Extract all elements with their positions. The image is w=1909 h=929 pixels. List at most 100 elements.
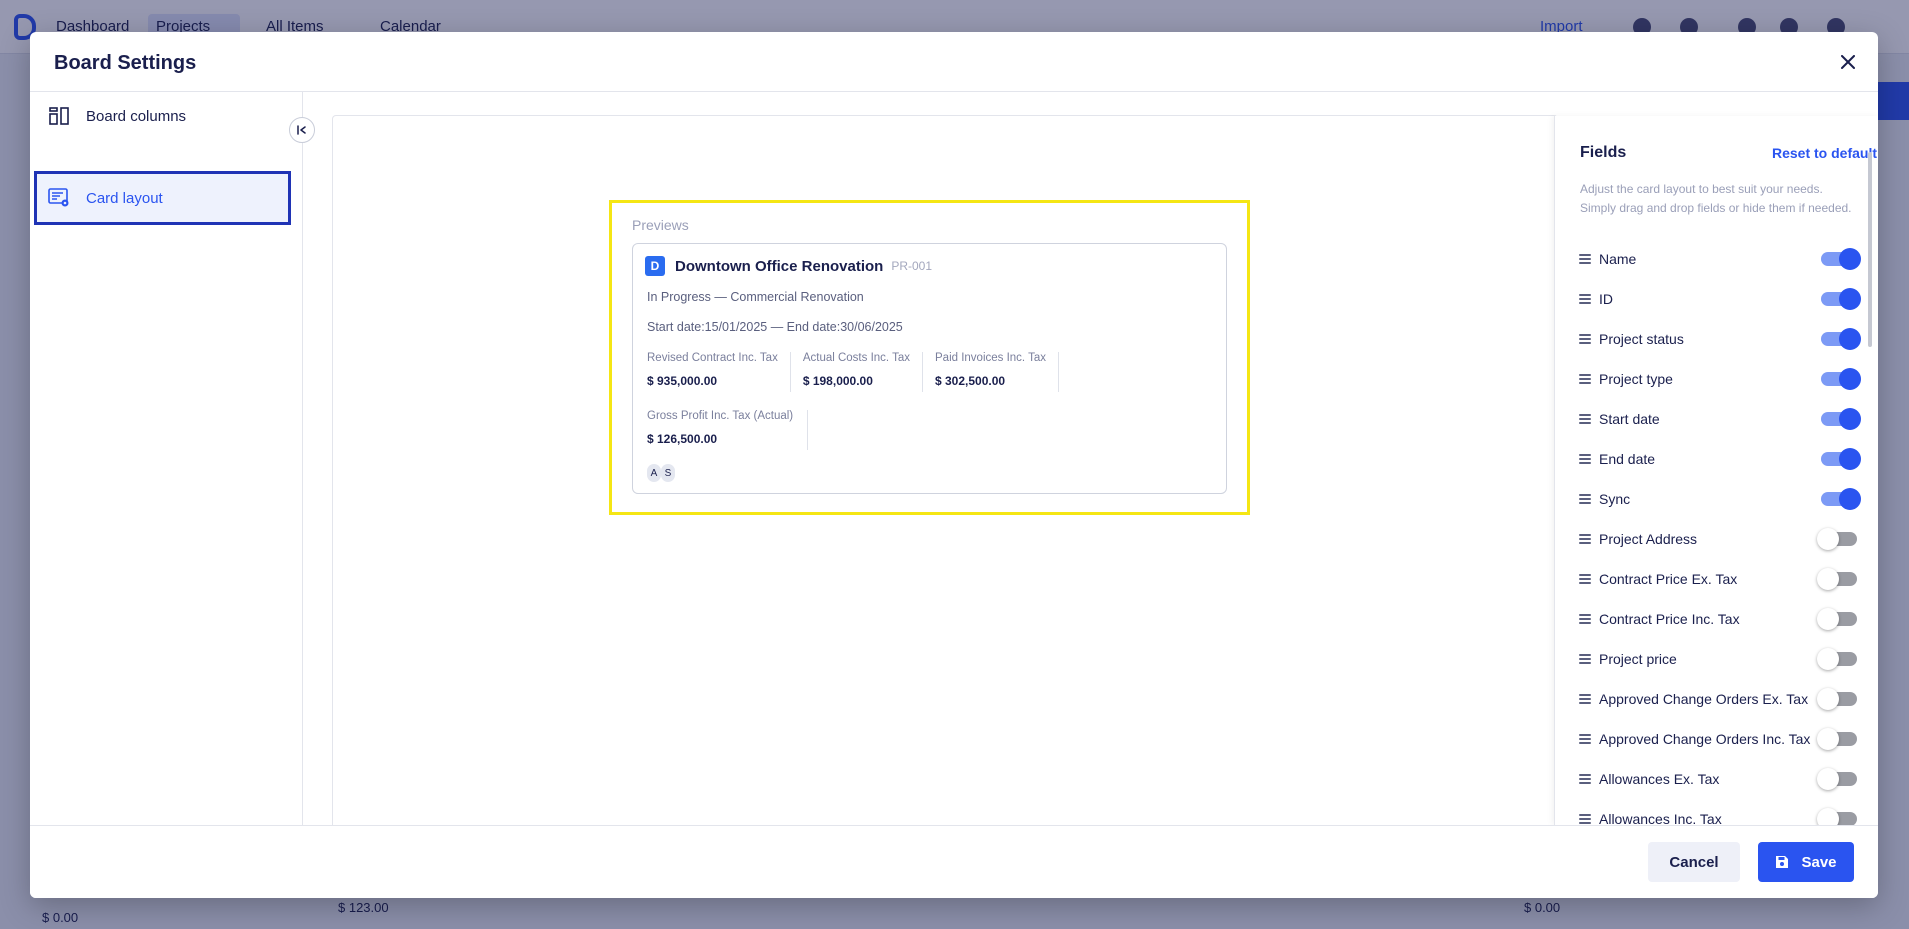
field-label: End date [1599,451,1656,467]
fields-scrollbar[interactable] [1868,152,1872,347]
avatar: A [647,464,661,482]
field-label: Contract Price Inc. Tax [1599,611,1740,627]
drag-handle-icon[interactable] [1579,574,1591,584]
fields-title: Fields [1580,144,1627,161]
card-badge: D [645,256,665,276]
card-layout-icon [48,187,70,209]
field-row[interactable]: Project Address [1579,524,1869,554]
field-label: Project status [1599,331,1684,347]
field-label: Allowances Inc. Tax [1599,811,1722,825]
drag-handle-icon[interactable] [1579,254,1591,264]
field-label: Name [1599,251,1637,267]
field-row[interactable]: Allowances Inc. Tax [1579,804,1869,825]
drag-handle-icon[interactable] [1579,534,1591,544]
field-visibility-toggle[interactable] [1821,488,1861,510]
board-columns-icon [48,105,70,127]
card-project-id: PR-001 [891,259,933,273]
metric-value: $ 935,000.00 [647,374,718,388]
field-label: ID [1599,291,1613,307]
card-header: D Downtown Office Renovation PR-001 [645,256,1214,276]
card-preview-section: Previews D Downtown Office Renovation PR… [609,200,1250,515]
drag-handle-icon[interactable] [1579,494,1591,504]
field-visibility-toggle[interactable] [1817,608,1857,630]
modal-title: Board Settings [54,52,197,74]
settings-sidebar: Board columns Card layout [30,92,303,825]
sidebar-item-label: Board columns [86,107,187,125]
field-row[interactable]: Contract Price Inc. Tax [1579,604,1869,634]
field-visibility-toggle[interactable] [1817,808,1857,825]
card-metric: Revised Contract Inc. Tax $ 935,000.00 [647,352,791,392]
card-status-line: In Progress — Commercial Renovation [647,290,864,304]
field-row[interactable]: Contract Price Ex. Tax [1579,564,1869,594]
close-button[interactable] [1834,48,1862,76]
field-visibility-toggle[interactable] [1821,448,1861,470]
drag-handle-icon[interactable] [1579,414,1591,424]
field-visibility-toggle[interactable] [1817,688,1857,710]
field-visibility-toggle[interactable] [1821,248,1861,270]
fields-panel: Fields Reset to default Adjust the card … [1554,116,1878,825]
field-row[interactable]: Approved Change Orders Ex. Tax [1579,684,1869,714]
field-visibility-toggle[interactable] [1817,648,1857,670]
save-icon [1775,855,1789,869]
card-metric: Actual Costs Inc. Tax $ 198,000.00 [803,352,923,392]
card-assignees: A S [645,464,1214,482]
sidebar-item-label: Card layout [86,189,163,207]
project-card-preview: D Downtown Office Renovation PR-001 In P… [632,243,1227,494]
field-visibility-toggle[interactable] [1821,408,1861,430]
field-visibility-toggle[interactable] [1817,728,1857,750]
drag-handle-icon[interactable] [1579,814,1591,824]
field-row[interactable]: Project price [1579,644,1869,674]
collapse-sidebar-button[interactable] [289,117,315,143]
field-row[interactable]: Sync [1579,484,1869,514]
card-metrics-row: Gross Profit Inc. Tax (Actual) $ 126,500… [645,410,1214,450]
drag-handle-icon[interactable] [1579,694,1591,704]
field-label: Start date [1599,411,1660,427]
field-row[interactable]: Start date [1579,404,1869,434]
drag-handle-icon[interactable] [1579,454,1591,464]
field-visibility-toggle[interactable] [1817,528,1857,550]
drag-handle-icon[interactable] [1579,654,1591,664]
drag-handle-icon[interactable] [1579,374,1591,384]
reset-to-default-link[interactable]: Reset to default [1772,145,1877,161]
preview-title: Previews [632,217,689,233]
cancel-button[interactable]: Cancel [1648,842,1740,882]
sidebar-item-card-layout[interactable]: Card layout [34,171,291,225]
modal-footer: Cancel Save [30,825,1878,898]
field-row[interactable]: End date [1579,444,1869,474]
metric-label: Paid Invoices Inc. Tax [935,352,1047,364]
field-row[interactable]: Approved Change Orders Inc. Tax [1579,724,1869,754]
collapse-left-icon [297,125,306,135]
field-visibility-toggle[interactable] [1817,568,1857,590]
modal-header: Board Settings [30,32,1878,92]
drag-handle-icon[interactable] [1579,614,1591,624]
field-label: Project type [1599,371,1673,387]
field-label: Approved Change Orders Inc. Tax [1599,731,1811,747]
field-visibility-toggle[interactable] [1817,768,1857,790]
field-label: Contract Price Ex. Tax [1599,571,1738,587]
avatar: S [661,464,675,482]
field-row[interactable]: Allowances Ex. Tax [1579,764,1869,794]
field-visibility-toggle[interactable] [1821,368,1861,390]
card-project-name: Downtown Office Renovation [675,257,884,275]
field-row[interactable]: Project status [1579,324,1869,354]
drag-handle-icon[interactable] [1579,334,1591,344]
field-visibility-toggle[interactable] [1821,328,1861,350]
metric-label: Actual Costs Inc. Tax [802,352,910,364]
field-label: Approved Change Orders Ex. Tax [1599,691,1809,707]
close-icon [1841,55,1855,69]
field-label: Sync [1599,491,1631,507]
save-button[interactable]: Save [1758,842,1854,882]
field-row[interactable]: Project type [1579,364,1869,394]
board-settings-modal: Board Settings Board columns Card layout… [30,32,1878,898]
sidebar-item-board-columns[interactable]: Board columns [34,96,291,136]
field-row[interactable]: Name [1579,244,1869,274]
card-metric: Gross Profit Inc. Tax (Actual) $ 126,500… [647,410,809,450]
field-row[interactable]: ID [1579,284,1869,314]
card-metric: Paid Invoices Inc. Tax $ 302,500.00 [935,352,1060,392]
drag-handle-icon[interactable] [1579,294,1591,304]
field-visibility-toggle[interactable] [1821,288,1861,310]
drag-handle-icon[interactable] [1579,774,1591,784]
drag-handle-icon[interactable] [1579,734,1591,744]
card-dates-line: Start date:15/01/2025 — End date:30/06/2… [647,320,903,334]
fields-description: Adjust the card layout to best suit your… [1580,182,1852,215]
